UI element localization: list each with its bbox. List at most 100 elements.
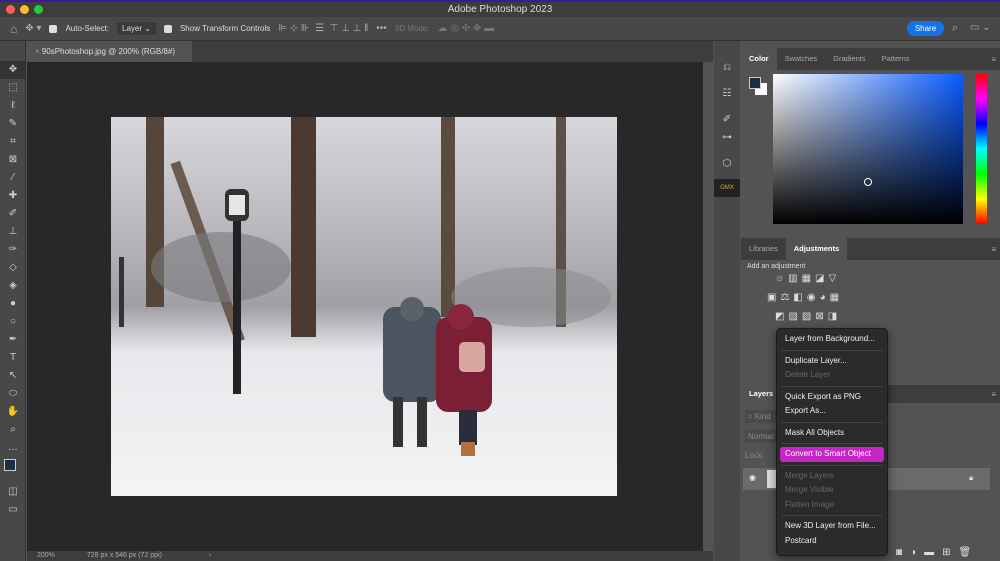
auto-select-checkbox[interactable]	[49, 24, 58, 33]
menu-divider	[782, 443, 882, 444]
3d-cube-icon[interactable]: ⬡	[714, 155, 740, 173]
dodge-tool-icon[interactable]: ○	[0, 313, 26, 331]
visibility-eye-icon[interactable]: ◉	[749, 473, 756, 482]
shape-tool-icon[interactable]: ⬭	[0, 385, 26, 403]
hue-slider[interactable]	[976, 74, 987, 224]
auto-select-label: Auto-Select:	[65, 24, 110, 33]
crop-tool-icon[interactable]: ⌗	[0, 133, 26, 151]
3d-tools-icons: ☁ ◎ ✣ ✥ ▬	[437, 23, 495, 34]
app-title: Adobe Photoshop 2023	[447, 4, 553, 15]
blur-tool-icon[interactable]: ●	[0, 295, 26, 313]
hand-tool-icon[interactable]: ✋	[0, 403, 26, 421]
minimize-window-button[interactable]	[20, 5, 29, 14]
menu-item-merge-visible: Merge Visible	[785, 485, 834, 494]
stamp-tool-icon[interactable]: ⊥	[0, 223, 26, 241]
path-select-icon[interactable]: ↖	[0, 367, 26, 385]
adjustment-icons-row2[interactable]: ▣⚖◧◉◕▦	[767, 292, 843, 303]
menu-item-flatten-image: Flatten Image	[785, 499, 834, 509]
document-image[interactable]	[111, 117, 617, 496]
document-info[interactable]: 728 px x 546 px (72 ppi)	[87, 552, 162, 559]
menu-divider	[782, 385, 882, 387]
more-icon[interactable]: •••	[376, 23, 387, 34]
lasso-tool-icon[interactable]: ℓ	[0, 97, 26, 115]
tab-adjustments[interactable]: Adjustments	[785, 238, 848, 260]
eyedropper-icon[interactable]: ⁄	[0, 169, 26, 187]
adjust-sliders-icon[interactable]: ⊶	[714, 129, 740, 147]
panel-icon-strip: ⎌ ☷ ✐ ⊶ ⬡ GMX	[714, 41, 740, 561]
menu-item-merge-layers: Merge Layers	[785, 470, 834, 480]
marquee-tool-icon[interactable]: ⬚	[0, 79, 26, 97]
menu-item-duplicate-layer[interactable]: Duplicate Layer...	[780, 354, 884, 369]
document-tab[interactable]: × 90sPhotoshop.jpg @ 200% (RGB/8#)	[27, 41, 192, 62]
screen-mode-icon[interactable]: ▭	[0, 501, 26, 519]
quick-select-icon[interactable]: ✎	[0, 115, 26, 133]
history-brush-icon[interactable]: ✑	[0, 241, 26, 259]
menu-divider	[782, 515, 882, 516]
panel-menu-icon[interactable]: ≡	[991, 55, 996, 64]
menu-item-convert-to-smart-object[interactable]: Convert to Smart Object	[780, 447, 884, 462]
tab-libraries[interactable]: Libraries	[741, 238, 786, 260]
search-icon[interactable]: ⌕	[952, 22, 958, 35]
zoom-level[interactable]: 200%	[37, 552, 55, 559]
tab-patterns[interactable]: Patterns	[874, 48, 918, 70]
menu-item-mask-all-objects[interactable]: Mask All Objects	[780, 426, 884, 441]
layer-actions-icons[interactable]: ◙◑▬⊞🗑︎	[896, 547, 979, 558]
add-adjustment-label: Add an adjustment	[747, 263, 806, 270]
menu-divider	[782, 349, 882, 351]
panel-menu-icon[interactable]: ≡	[991, 390, 996, 399]
options-bar: ⌂ ✥ ▾ Auto-Select: Layer ⌄ Show Transfor…	[0, 17, 1000, 41]
home-icon[interactable]: ⌂	[10, 22, 17, 36]
menu-item-delete-layer: Delete Layer	[785, 370, 831, 379]
color-picker-cursor[interactable]	[864, 178, 872, 186]
3d-mode-label: 3D Mode:	[394, 24, 430, 33]
brush-tool-icon[interactable]: ✐	[0, 205, 26, 223]
menu-item-export-as[interactable]: Export As...	[780, 404, 884, 419]
show-transform-checkbox[interactable]	[163, 24, 172, 33]
frame-tool-icon[interactable]: ⊠	[0, 151, 26, 169]
brush-settings-icon[interactable]: ✐	[714, 111, 740, 129]
pen-tool-icon[interactable]: ✒	[0, 331, 26, 349]
adjustment-icons-row3[interactable]: ◩▨▨⊠◨	[775, 311, 841, 322]
color-swatches[interactable]	[0, 457, 25, 483]
move-tool-icon[interactable]: ✥	[0, 61, 26, 79]
workspace-icon[interactable]: ▭ ⌄	[970, 22, 991, 33]
tab-swatches[interactable]: Swatches	[777, 48, 826, 70]
tab-gradients[interactable]: Gradients	[825, 48, 874, 70]
adjustment-icons-row1[interactable]: ☼▥▦◪▽	[775, 273, 840, 284]
quick-mask-icon[interactable]: ◫	[0, 483, 26, 501]
menu-divider	[782, 464, 882, 466]
gmx-plugin-icon[interactable]: GMX	[714, 179, 740, 197]
foreground-color-swatch[interactable]	[749, 77, 761, 89]
document-tabs: × 90sPhotoshop.jpg @ 200% (RGB/8#)	[27, 41, 713, 62]
align-icons[interactable]: ⊫ ⊹ ⊪ ☰ ⊤ ⊥ ⊥ ‖	[278, 23, 368, 34]
color-field[interactable]	[773, 74, 963, 224]
menu-item-postcard[interactable]: Postcard	[780, 534, 884, 549]
properties-icon[interactable]: ☷	[714, 85, 740, 103]
more-tools-icon[interactable]: …	[0, 439, 26, 457]
lock-label: Lock:	[745, 451, 765, 460]
zoom-window-button[interactable]	[34, 5, 43, 14]
layer-select[interactable]: Layer ⌄	[117, 22, 156, 35]
panel-menu-icon[interactable]: ≡	[991, 245, 996, 254]
close-window-button[interactable]	[6, 5, 15, 14]
status-arrow-icon[interactable]: ›	[209, 552, 211, 559]
tab-color[interactable]: Color	[741, 48, 777, 70]
status-bar: 200% 728 px x 546 px (72 ppi) ›	[27, 551, 713, 561]
menu-divider	[782, 421, 882, 423]
eraser-icon[interactable]: ◇	[0, 259, 26, 277]
share-button[interactable]: Share	[907, 21, 944, 36]
color-panel-tabs: Color Swatches Gradients Patterns ≡	[741, 48, 1000, 70]
healing-brush-icon[interactable]: ✚	[0, 187, 26, 205]
paint-bucket-icon[interactable]: ◈	[0, 277, 26, 295]
menu-item-new-3d-layer[interactable]: New 3D Layer from File...	[780, 519, 884, 534]
snow-scene-image	[119, 117, 611, 456]
lock-icon: 🔒︎	[969, 473, 974, 482]
title-bar: Adobe Photoshop 2023	[0, 0, 1000, 17]
menu-item-quick-export-png[interactable]: Quick Export as PNG	[780, 390, 884, 405]
type-tool-icon[interactable]: T	[0, 349, 26, 367]
zoom-tool-icon[interactable]: ⌕	[0, 421, 26, 439]
menu-item-layer-from-background[interactable]: Layer from Background...	[780, 332, 884, 347]
layer-context-menu: Layer from Background... Duplicate Layer…	[776, 328, 888, 556]
move-tool-icon[interactable]: ✥ ▾	[25, 23, 41, 34]
history-icon[interactable]: ⎌	[714, 59, 740, 77]
